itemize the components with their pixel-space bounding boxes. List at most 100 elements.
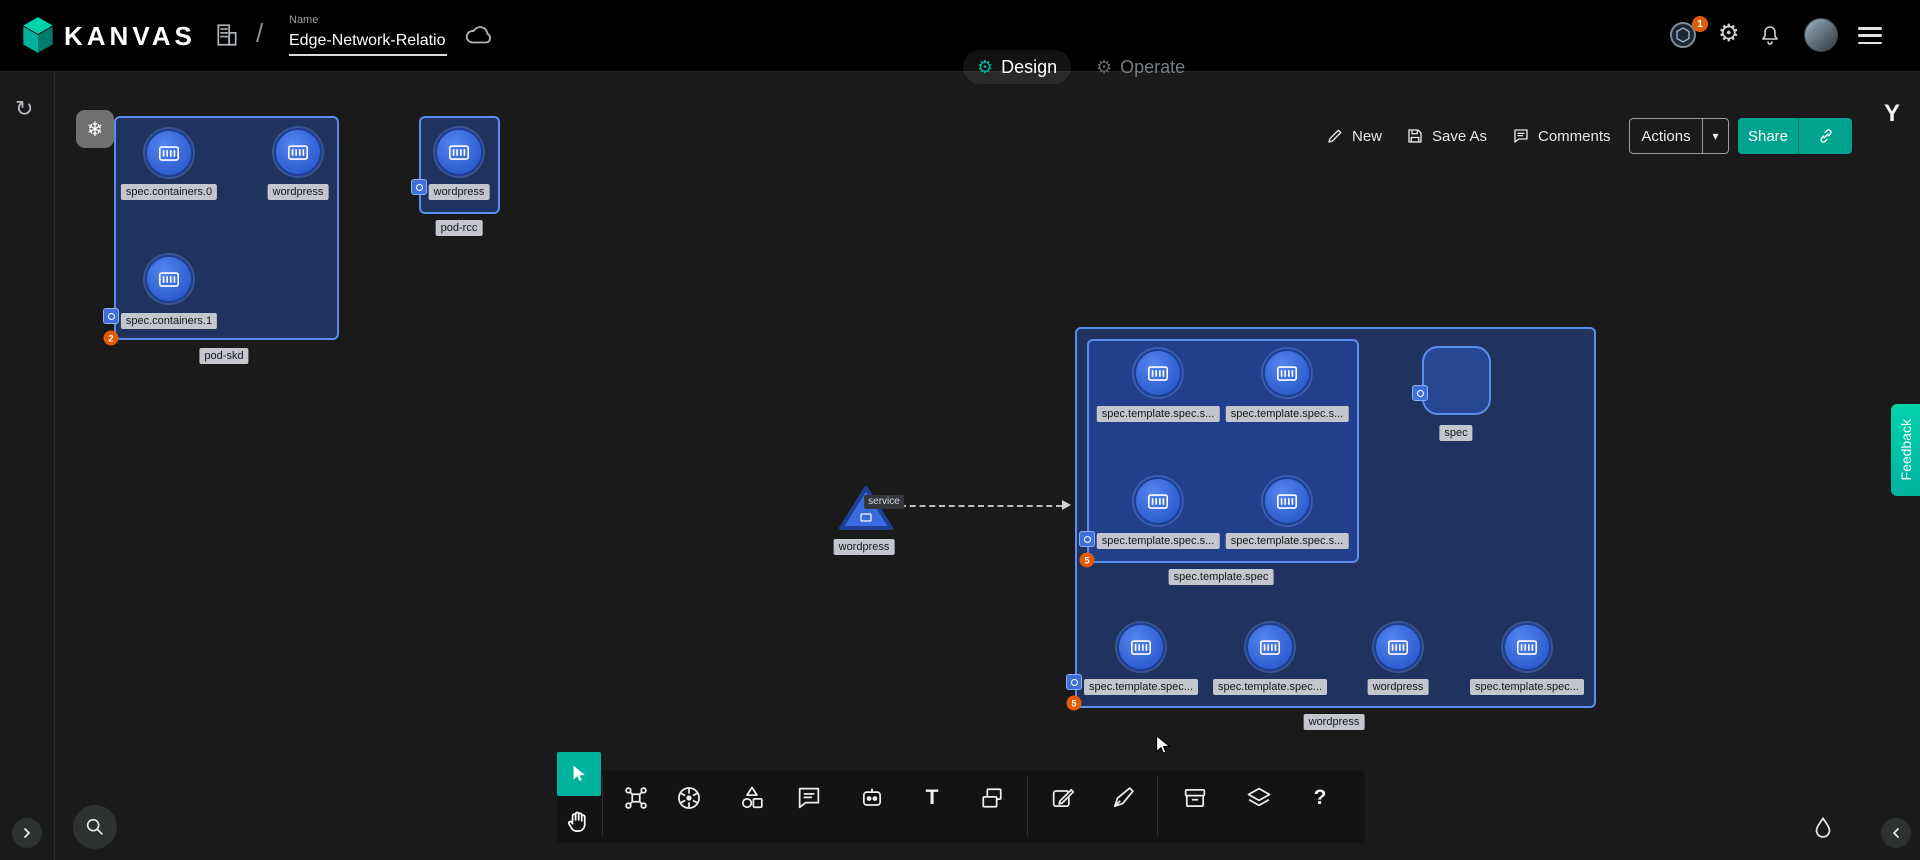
pod-badge-icon[interactable] [411, 179, 427, 195]
share-button[interactable]: Share [1738, 118, 1799, 154]
user-avatar[interactable] [1804, 18, 1838, 52]
kubernetes-wheel-icon [675, 784, 703, 812]
service-to-deployment-edge[interactable] [900, 505, 1062, 507]
kanvas-logo-text[interactable]: KANVAS [64, 21, 196, 52]
pod-badge-icon[interactable] [1079, 531, 1095, 547]
layers-tool[interactable] [1239, 778, 1279, 818]
pan-tool[interactable] [558, 802, 598, 842]
comment-bubble-icon [795, 784, 823, 812]
container-label-spec-template-spec: spec.template.spec [1169, 569, 1274, 585]
expand-left-panel-button[interactable] [12, 818, 42, 848]
tab-operate[interactable]: ⚙ Operate [1082, 50, 1199, 84]
top-header: KANVAS / Name ⚙ Design ⚙ Operate [0, 0, 1920, 71]
link-icon [1817, 127, 1835, 145]
tab-design[interactable]: ⚙ Design [963, 50, 1071, 84]
error-count-badge[interactable]: 5 [1067, 696, 1082, 711]
node-label: wordpress [268, 184, 329, 200]
bot-icon [858, 784, 886, 812]
design-name-input[interactable] [289, 30, 447, 56]
layers-icon [1245, 784, 1273, 812]
node-label: wordpress [429, 184, 490, 200]
toolbar-divider [1157, 776, 1158, 836]
organization-icon[interactable] [214, 22, 240, 48]
settings-gear-icon[interactable]: ⚙ [1718, 22, 1740, 46]
save-as-button[interactable]: Save As [1406, 122, 1487, 150]
node-deployment-1[interactable] [1117, 623, 1165, 671]
pen-tool[interactable] [1103, 778, 1143, 818]
node-label: spec.template.spec.s... [1097, 533, 1220, 549]
node-shape-tool[interactable] [972, 778, 1012, 818]
actions-caret-icon[interactable]: ▾ [1702, 119, 1728, 153]
widgets-tool[interactable] [852, 778, 892, 818]
share-button-group: Share [1738, 118, 1852, 154]
toolbar-divider [1027, 776, 1028, 836]
pod-badge-icon[interactable] [1066, 674, 1082, 690]
comment-tool[interactable] [789, 778, 829, 818]
kanvas-logo-icon[interactable] [17, 14, 59, 56]
operate-tab-icon: ⚙ [1096, 58, 1112, 76]
node-label: spec.template.spec.s... [1226, 533, 1349, 549]
error-count-badge[interactable]: 2 [104, 331, 119, 346]
node-template-spec-2[interactable] [1263, 349, 1311, 397]
toolbar-divider [602, 776, 603, 836]
node-deployment-wordpress[interactable] [1374, 623, 1422, 671]
cloud-sync-icon[interactable] [464, 23, 494, 47]
edit-tool[interactable] [1043, 778, 1083, 818]
kubernetes-tool[interactable] [669, 778, 709, 818]
new-button[interactable]: New [1326, 122, 1382, 150]
app-window: KANVAS / Name ⚙ Design ⚙ Operate [0, 0, 1920, 860]
components-tool[interactable] [616, 778, 656, 818]
node-wordpress-pod-rcc[interactable] [435, 128, 483, 176]
select-tool[interactable] [557, 752, 601, 796]
archive-tool[interactable] [1175, 778, 1215, 818]
node-spec[interactable] [1422, 346, 1491, 415]
actions-button[interactable]: Actions ▾ [1629, 118, 1729, 154]
design-tab-icon: ⚙ [977, 58, 993, 76]
hamburger-menu-icon[interactable] [1858, 27, 1882, 44]
pen-nib-icon [1109, 784, 1137, 812]
node-template-spec-3[interactable] [1134, 477, 1182, 525]
zoom-button[interactable] [73, 805, 117, 849]
stacked-rectangles-icon [978, 784, 1006, 812]
feedback-tab[interactable]: Feedback [1891, 404, 1920, 496]
save-icon [1406, 127, 1424, 145]
left-rail [0, 71, 55, 860]
pod-badge-icon[interactable] [1412, 385, 1428, 401]
node-spec-containers-0[interactable] [145, 129, 193, 177]
layer5-y-logo: Y [1884, 100, 1900, 128]
help-tool[interactable]: ? [1300, 778, 1340, 818]
service-label: wordpress [834, 539, 895, 555]
notification-count-badge: 1 [1692, 16, 1708, 32]
text-tool[interactable]: T [912, 778, 952, 818]
node-label: wordpress [1368, 679, 1429, 695]
node-label: spec.template.spec... [1084, 679, 1198, 695]
comments-button[interactable]: Comments [1512, 122, 1611, 150]
node-deployment-2[interactable] [1246, 623, 1294, 671]
sync-refresh-icon[interactable]: ↻ [15, 96, 33, 122]
node-template-spec-1[interactable] [1134, 349, 1182, 397]
pod-badge-icon[interactable] [103, 308, 119, 324]
collapse-right-panel-button[interactable] [1881, 818, 1911, 848]
notifications-bell-icon[interactable] [1758, 23, 1782, 47]
node-label: spec.template.spec... [1213, 679, 1327, 695]
chevron-right-icon [21, 827, 33, 839]
edge-arrowhead-icon [1062, 500, 1071, 510]
error-count-badge[interactable]: 5 [1080, 553, 1095, 568]
chevron-left-icon [1890, 827, 1902, 839]
copy-link-button[interactable] [1799, 118, 1852, 154]
node-wordpress-pod-skd[interactable] [274, 128, 322, 176]
group-snowflake-icon[interactable]: ❄ [76, 110, 114, 148]
ink-drop-icon[interactable] [1810, 815, 1836, 841]
node-deployment-4[interactable] [1503, 623, 1551, 671]
text-tool-icon: T [926, 786, 939, 810]
node-label: spec.template.spec.s... [1226, 406, 1349, 422]
node-template-spec-4[interactable] [1263, 477, 1311, 525]
shapes-tool[interactable] [732, 778, 772, 818]
component-chip-icon [622, 784, 650, 812]
node-spec-containers-1[interactable] [145, 255, 193, 303]
breadcrumb-separator: / [256, 18, 263, 49]
design-tab-label: Design [1001, 57, 1057, 78]
actions-label: Actions [1630, 119, 1702, 153]
container-spec-template-spec[interactable] [1087, 339, 1359, 563]
help-icon: ? [1314, 786, 1327, 810]
